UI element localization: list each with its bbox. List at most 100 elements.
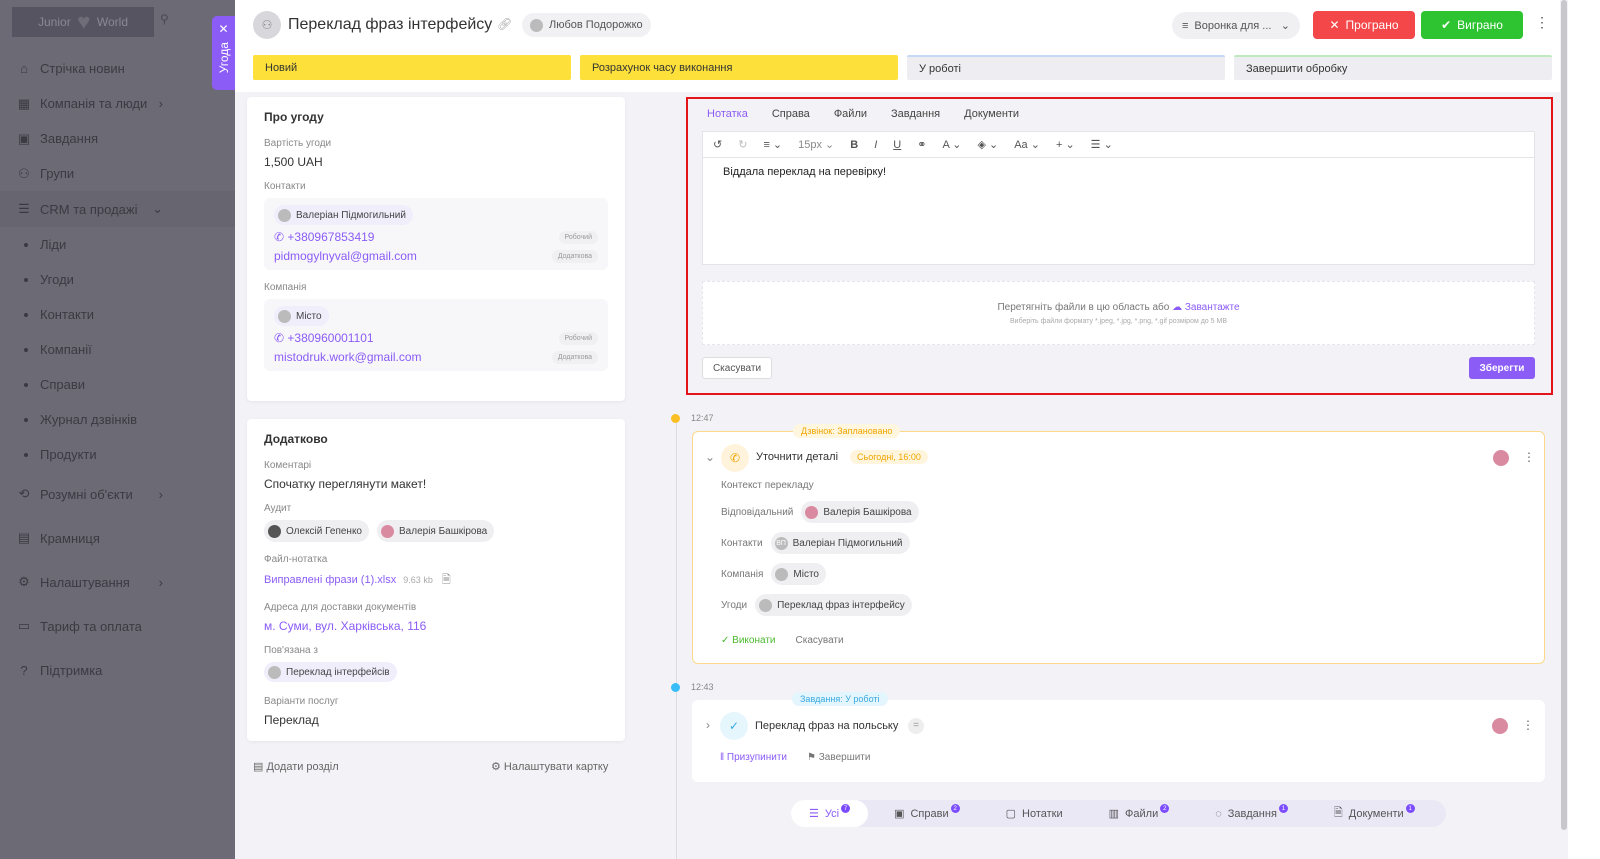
avatar [1493,450,1509,466]
user-chip[interactable]: Олексій Гепенко [264,520,369,542]
phone-link[interactable]: ✆ +380967853419 [274,230,374,244]
undo-icon[interactable]: ↺ [713,138,722,151]
pipeline-stage[interactable]: Завершити обробку [1234,55,1552,80]
close-icon[interactable]: ✕ [218,22,228,36]
add-section-button[interactable]: ▤ Додати розділ [253,760,339,773]
redo-icon[interactable]: ↻ [738,138,747,151]
sidebar-item[interactable]: ▦ Компанія та люди › [0,86,235,121]
user-chip[interactable]: Валерія Башкірова [377,520,495,542]
file-link[interactable]: Виправлені фрази (1).xlsx [264,574,396,586]
sidebar-item[interactable]: ⟲ Розумні об'єкти › [0,472,235,516]
align-icon[interactable]: ≡ ⌄ [763,138,782,151]
contact-name: Валеріан Підмогильний [296,209,406,221]
editor-toolbar: ↺ ↻ ≡ ⌄ 15px ⌄ B I U ⚭ A ⌄ ◈ ⌄ Aa ⌄ + ⌄ ☰ ⌄ [702,131,1535,157]
sidebar-item[interactable]: Ліди [0,227,235,262]
related-chip[interactable]: Переклад інтерфейсів [264,662,397,682]
highlight-icon[interactable]: ◈ ⌄ [977,138,998,151]
sidebar-item[interactable]: ⌂ Стрічка новин [0,50,235,86]
owner-chip[interactable]: Любов Подорожко [522,13,651,37]
sidebar-item[interactable]: ▭ Тариф та оплата [0,604,235,648]
link-icon[interactable]: 🔗︎ [497,17,512,31]
filter-tab[interactable]: 🗎 Документи 1 [1308,800,1435,827]
editor-tab[interactable]: Документи [964,108,1019,129]
sidebar-item[interactable]: Контакти [0,297,235,332]
more-icon[interactable]: ⋮ [1535,14,1549,31]
contact-chip[interactable]: Валеріан Підмогильний [274,205,413,225]
contact-chip[interactable]: ВП Валеріан Підмогильний [770,532,910,554]
deal-icon: ⚇ [253,11,281,39]
insert-icon[interactable]: + ⌄ [1056,138,1075,151]
upload-icon: ☁ [1172,302,1183,313]
deal-chip[interactable]: Переклад фраз інтерфейсу [755,594,912,616]
avatar [1492,718,1508,734]
bold-icon[interactable]: B [850,139,858,151]
user-chip[interactable]: Валерія Башкірова [801,501,919,523]
link-icon[interactable]: ⚭ [917,138,926,151]
italic-icon[interactable]: I [874,139,877,151]
pause-label: Призупинити [726,752,788,763]
pipeline-stage[interactable]: Розрахунок часу виконання [580,55,898,80]
sidebar-item[interactable]: Компанії [0,332,235,367]
underline-icon[interactable]: U [893,139,901,151]
note-textarea[interactable]: Віддала переклад на перевірку! [702,157,1535,265]
filter-tab[interactable]: ▢ Нотатки [980,800,1083,827]
finish-button[interactable]: ⚑ Завершити [807,752,870,763]
deal-side-tag[interactable]: ✕ Угода [212,16,235,90]
filter-tab[interactable]: ☰ Усі 7 [791,800,869,827]
font-size-select[interactable]: 15px ⌄ [798,138,834,151]
filter-tab[interactable]: ▣ Справи 2 [868,800,980,827]
pipeline-stage[interactable]: Новий [253,55,571,80]
text-color-icon[interactable]: A ⌄ [942,138,961,151]
lost-button[interactable]: ✕ Програно [1313,11,1415,39]
avatar [805,505,819,519]
chevron-right-icon[interactable]: › [706,718,710,732]
file-dropzone[interactable]: Перетягніть файли в цю область або ☁ Зав… [702,281,1535,345]
chevron-down-icon[interactable]: ⌄ [705,450,715,464]
sidebar-item[interactable]: ⚇ Групи [0,156,235,191]
email-link[interactable]: mistodruk.work@gmail.com [274,350,422,364]
editor-tab[interactable]: Справа [772,108,810,129]
sidebar-item[interactable]: Справи [0,367,235,402]
sidebar-item[interactable]: Угоди [0,262,235,297]
complete-button[interactable]: ✓ Виконати [721,635,776,646]
save-button[interactable]: Зберегти [1469,357,1535,379]
cancel-button[interactable]: Скасувати [702,357,772,379]
company-chip[interactable]: Місто [274,306,329,326]
font-case-select[interactable]: Aa ⌄ [1014,138,1040,151]
pin-icon[interactable]: ⚲ [160,12,169,26]
filter-tab[interactable]: ◌ Завдання 1 [1189,800,1308,827]
drop-text: Перетягніть файли в цю область або [997,302,1170,313]
filter-tab[interactable]: ▥ Файли 2 [1083,800,1190,827]
sidebar-item[interactable]: ▣ Завдання [0,121,235,156]
configure-card-button[interactable]: ⚙ Налаштувати картку [491,760,608,773]
timeline-dot [671,414,680,423]
file-icon[interactable]: 🗎 [442,574,451,586]
avatar [775,567,789,581]
scrollbar[interactable] [1560,0,1568,859]
editor-tab[interactable]: Завдання [891,108,940,129]
won-button[interactable]: ✔ Виграно [1421,11,1523,39]
address-link[interactable]: м. Суми, вул. Харківська, 116 [264,619,608,633]
cancel-event-button[interactable]: Скасувати [796,635,844,646]
pipeline-stage[interactable]: У роботі [907,55,1225,80]
editor-tab[interactable]: Файли [834,108,867,129]
logo[interactable]: Junior ♥ World [12,7,154,37]
upload-link[interactable]: Завантажте [1185,302,1240,313]
field-label: Контакти [721,537,763,549]
company-chip[interactable]: Місто [771,563,826,585]
sidebar-item[interactable]: Журнал дзвінків [0,402,235,437]
funnel-select[interactable]: ≡ Воронка для ... ⌄ [1172,12,1300,39]
more-icon[interactable]: ⋮ [1522,718,1534,732]
sidebar-item[interactable]: Продукти [0,437,235,472]
sidebar-item[interactable]: ▤ Крамниця [0,516,235,560]
sidebar-item[interactable]: ⚙ Налаштування › [0,560,235,604]
sidebar-item[interactable]: ☰ CRM та продажі ⌄ [0,191,235,227]
email-link[interactable]: pidmogylnyval@gmail.com [274,249,417,263]
editor-tab[interactable]: Нотатка [707,108,748,129]
pause-button[interactable]: ‖ Призупинити [720,752,787,763]
more-icon[interactable]: ⋮ [1523,450,1535,464]
phone: +380967853419 [287,230,375,244]
sidebar-item[interactable]: ? Підтримка [0,648,235,692]
phone-link[interactable]: ✆ +380960001101 [274,331,374,345]
paragraph-icon[interactable]: ☰ ⌄ [1091,138,1113,151]
